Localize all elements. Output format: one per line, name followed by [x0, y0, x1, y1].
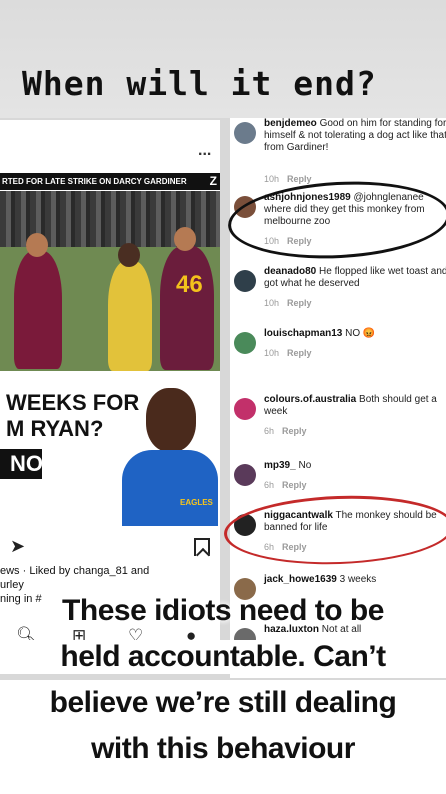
bookmark-icon[interactable]	[194, 538, 210, 556]
avatar[interactable]	[234, 398, 256, 420]
comment-meta: 10h Reply	[264, 174, 312, 184]
comment-meta: 10h Reply	[264, 348, 312, 358]
match-photo: 46	[0, 191, 220, 371]
comment-username[interactable]: benjdemeo	[264, 118, 317, 129]
reply-button[interactable]: Reply	[282, 480, 307, 490]
comment-time: 6h	[264, 480, 275, 490]
jersey-number: 46	[176, 271, 203, 298]
promo-line-2: M RYAN?	[6, 416, 104, 441]
player-middle	[108, 261, 152, 371]
player-head	[26, 233, 48, 257]
comment-body: 3 weeks	[339, 574, 377, 585]
comment-username[interactable]: deanado80	[264, 266, 316, 277]
caption-line-2: held accountable. Can’t	[0, 640, 446, 674]
promo-graphic: WEEKS FOR M RYAN? NO EAGLES	[0, 372, 220, 527]
comment-text: deanado80 He flopped like wet toast and …	[264, 266, 446, 290]
comment-text: jack_howe1639 3 weeks	[264, 574, 446, 586]
caption-line-1: These idiots need to be	[62, 594, 384, 627]
portrait-shirt	[122, 450, 218, 526]
avatar[interactable]	[234, 122, 256, 144]
comment-meta: 6h Reply	[264, 426, 307, 436]
comment-meta: 10h Reply	[264, 298, 312, 308]
comment-username[interactable]: colours.of.australia	[264, 394, 356, 405]
story-headline: When will it end?	[22, 64, 377, 103]
likes-line-1: ews · Liked by changa_81 and	[0, 565, 150, 577]
player-right	[160, 246, 214, 370]
eagles-logo: EAGLES	[180, 498, 213, 507]
comment-time: 10h	[264, 298, 280, 308]
reply-button[interactable]: Reply	[287, 348, 312, 358]
comment-text: mp39_ No	[264, 460, 446, 472]
avatar[interactable]	[234, 332, 256, 354]
reply-button[interactable]: Reply	[287, 174, 312, 184]
news-banner-text: RTED FOR LATE STRIKE ON DARCY GARDINER	[2, 177, 187, 186]
comment-time: 10h	[264, 348, 280, 358]
comment-text: colours.of.australia Both should get a w…	[264, 394, 446, 418]
caption-line-4: with this behaviour	[91, 732, 355, 765]
comment-time: 6h	[264, 426, 275, 436]
comment-text: benjdemeo Good on him for standing for h…	[264, 118, 446, 154]
comment-meta: 6h Reply	[264, 480, 307, 490]
caption-line-3: believe we’re still dealing	[49, 686, 397, 719]
post-screenshot: ... RTED FOR LATE STRIKE ON DARCY GARDIN…	[0, 120, 220, 660]
post-actions: ➤	[0, 532, 220, 562]
avatar[interactable]	[234, 270, 256, 292]
promo-line-1: WEEKS FOR	[6, 390, 140, 415]
avatar[interactable]	[234, 464, 256, 486]
comment-time: 10h	[264, 174, 280, 184]
reply-button[interactable]: Reply	[282, 426, 307, 436]
reply-button[interactable]: Reply	[287, 298, 312, 308]
likes-line-2: urley	[0, 579, 24, 591]
promo-box: NO	[0, 449, 43, 479]
player-head	[118, 243, 140, 267]
player-left	[14, 251, 62, 369]
player-head	[174, 227, 196, 251]
more-options-icon[interactable]: ...	[198, 142, 211, 160]
banner-mark-icon: Z	[209, 174, 217, 188]
comment-body: No	[298, 460, 312, 471]
send-icon[interactable]: ➤	[10, 536, 25, 557]
comment-username[interactable]: louischapman13	[264, 328, 342, 339]
comment-body: NO 😡	[345, 328, 376, 339]
comment-username[interactable]: mp39_	[264, 460, 296, 471]
player-portrait: EAGLES	[122, 380, 218, 526]
story-top-bar: When will it end?	[0, 0, 446, 118]
comment-username[interactable]: jack_howe1639	[264, 574, 337, 585]
news-banner: RTED FOR LATE STRIKE ON DARCY GARDINER Z	[0, 173, 220, 190]
portrait-face	[146, 388, 196, 452]
comment-text: louischapman13 NO 😡	[264, 328, 446, 340]
